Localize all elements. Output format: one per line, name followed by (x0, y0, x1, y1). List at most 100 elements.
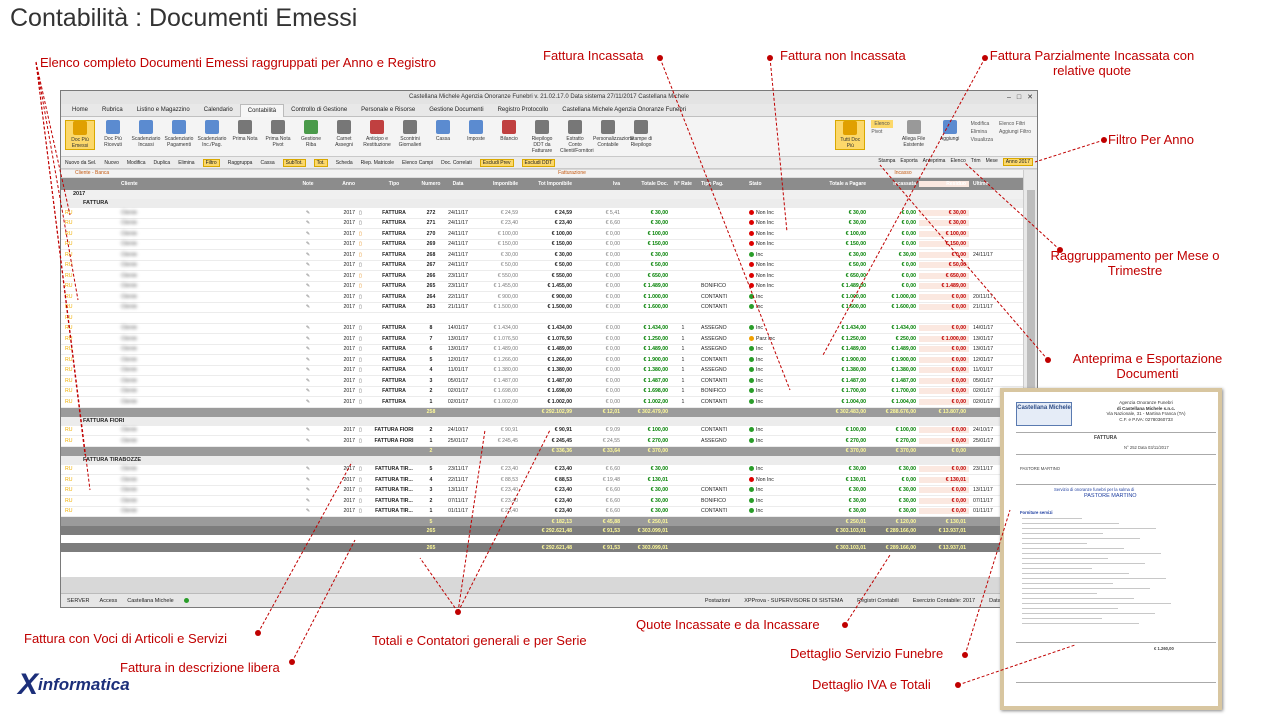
visualizza-file-button[interactable]: Visualizza (971, 136, 993, 144)
menu-item-5[interactable]: Controllo di Gestione (284, 107, 354, 113)
toolbar-right-button-4[interactable]: Trim (971, 158, 981, 166)
column-header-14[interactable]: Incassata (869, 181, 919, 187)
note-icon[interactable]: ✎ (283, 252, 333, 258)
toolbar-right-button-5[interactable]: Mese (986, 158, 998, 166)
ribbon-button-7[interactable]: Gestione Riba (296, 120, 326, 148)
toolbar-button-3[interactable]: Duplica (154, 160, 171, 166)
toolbar-button-9[interactable]: Tot. (313, 158, 328, 167)
note-icon[interactable]: ✎ (283, 346, 333, 352)
note-icon[interactable]: ✎ (283, 466, 333, 472)
toolbar-button-7[interactable]: Cassa (260, 160, 274, 166)
table-row[interactable]: RU Cliente ✎ 2017 ▯ FATTURA 267 24/11/17 € 50,00… (61, 261, 1023, 271)
registro-group-row[interactable]: FATTURA TIRABOZZE (61, 455, 1023, 465)
table-row[interactable]: RU Cliente ✎ 2017 ▯ FATTURA 1 02/01/17 € 1.002,0… (61, 397, 1023, 408)
toolbar-right-button-0[interactable]: Stampa (878, 158, 895, 166)
column-header-8[interactable]: Iva (575, 181, 623, 187)
toolbar-button-4[interactable]: Elimina (178, 160, 194, 166)
ribbon-button-10[interactable]: Scontrini Giornalieri (395, 120, 425, 148)
toolbar-button-12[interactable]: Elenco Campi (402, 160, 433, 166)
ribbon-button-6[interactable]: Prima Nota Pivot (263, 120, 293, 148)
note-icon[interactable]: ✎ (283, 427, 333, 433)
toolbar-button-0[interactable]: Nuovo da Sel. (65, 160, 96, 166)
table-row[interactable]: RU Cliente ✎ 2017 ▯ FATTURA 8 14/01/17 € 1.434,0… (61, 324, 1023, 334)
toolbar-button-15[interactable]: Escludi DDT (521, 158, 556, 167)
elenco-filtri-button[interactable]: Elenco Filtri (999, 120, 1031, 128)
column-header-16[interactable]: Ultimo (969, 181, 1001, 187)
column-header-15[interactable]: Residuo (919, 181, 969, 187)
toolbar-right-button-1[interactable]: Esporta (900, 158, 917, 166)
toolbar-right-button-2[interactable]: Anteprima (923, 158, 946, 166)
table-row[interactable]: RU Cliente ✎ 2017 ▯ FATTURA 7 13/01/17 € 1.076,5… (61, 334, 1023, 345)
ribbon-button-8[interactable]: Carnet Assegni (329, 120, 359, 148)
elenco-view-button[interactable]: Elenco (871, 120, 893, 128)
minimize-icon[interactable]: – (1007, 93, 1011, 102)
ribbon-button-12[interactable]: Imposte (461, 120, 491, 142)
ribbon-button-17[interactable]: Stampe di Riepilogo (626, 120, 656, 148)
table-row[interactable]: RU Cliente ✎ 2017 ▯ FATTURA TIR... 3 13/11/17 € … (61, 486, 1023, 496)
table-row[interactable]: RU Cliente ✎ 2017 ▯ FATTURA FIORI 1 25/01/17 € 2… (61, 436, 1023, 447)
column-header-5[interactable]: Data (443, 181, 473, 187)
menu-item-3[interactable]: Calendario (197, 107, 240, 113)
note-icon[interactable]: ✎ (283, 498, 333, 504)
toolbar-button-13[interactable]: Doc. Correlati (441, 160, 472, 166)
note-icon[interactable]: ✎ (283, 231, 333, 237)
ribbon-button-4[interactable]: Scadenziario Inc./Pag. (197, 120, 227, 148)
column-header-13[interactable]: Totale a Pagare (793, 181, 869, 187)
menu-item-2[interactable]: Listino e Magazzino (130, 107, 197, 113)
year-group-row[interactable]: 2017 (61, 190, 1023, 199)
table-row[interactable]: RU Cliente ✎ 2017 ▯ FATTURA TIR... 2 07/11/17 € … (61, 496, 1023, 507)
maximize-icon[interactable]: □ (1017, 93, 1021, 102)
menu-item-1[interactable]: Rubrica (95, 107, 130, 113)
ribbon-button-1[interactable]: Doc Più Ricevuti (98, 120, 128, 148)
table-row[interactable]: RU Cliente ✎ 2017 ▯ FATTURA 265 23/11/17 € 1.455… (61, 282, 1023, 292)
toolbar-button-11[interactable]: Riep. Matricole (361, 160, 394, 166)
table-row[interactable]: RU Cliente ✎ 2017 ▯ FATTURA 272 24/11/17 € 24,59… (61, 208, 1023, 219)
table-row[interactable]: RU Cliente ✎ 2017 ▯ FATTURA TIR... 1 01/11/17 € … (61, 507, 1023, 517)
note-icon[interactable]: ✎ (283, 378, 333, 384)
toolbar-button-14[interactable]: Escludi Prev (479, 158, 514, 167)
allega-file-button[interactable]: Allega File Esistente (899, 120, 929, 150)
postazioni-label[interactable]: Postazioni (705, 598, 730, 604)
toolbar-button-1[interactable]: Nuovo (104, 160, 118, 166)
modifica-file-button[interactable]: Modifica (971, 120, 993, 128)
note-icon[interactable]: ✎ (283, 357, 333, 363)
note-icon[interactable]: ✎ (283, 336, 333, 342)
registro-group-row[interactable]: FATTURA (61, 199, 1023, 208)
column-header-2[interactable]: Anno (333, 181, 359, 187)
ribbon-button-14[interactable]: Riepilogo DDT da Fatturare (527, 120, 557, 154)
note-icon[interactable]: ✎ (283, 325, 333, 331)
table-row[interactable]: RU Cliente ✎ 2017 ▯ FATTURA 4 11/01/17 € 1.380,0… (61, 366, 1023, 376)
note-icon[interactable]: ✎ (283, 399, 333, 405)
table-row[interactable]: RU Cliente ✎ 2017 ▯ FATTURA 269 24/11/17 € 150,0… (61, 240, 1023, 250)
menu-item-6[interactable]: Personale e Risorse (354, 107, 422, 113)
elimina-file-button[interactable]: Elimina (971, 128, 993, 136)
column-header-7[interactable]: Tot Imponibile (521, 181, 575, 187)
note-icon[interactable]: ✎ (283, 262, 333, 268)
table-row[interactable]: RU Cliente ✎ 2017 ▯ FATTURA TIR... 5 23/11/17 € … (61, 465, 1023, 475)
note-icon[interactable]: ✎ (283, 388, 333, 394)
note-icon[interactable]: ✎ (283, 210, 333, 216)
menu-item-8[interactable]: Registro Protocollo (491, 107, 556, 113)
pivot-view-button[interactable]: Pivot (871, 128, 892, 136)
toolbar-button-6[interactable]: Raggruppa (228, 160, 253, 166)
table-row[interactable]: RU Cliente ✎ 2017 ▯ FATTURA 6 13/01/17 € 1.489,0… (61, 345, 1023, 355)
table-row[interactable]: RU Cliente ✎ 2017 ▯ FATTURA 264 22/11/17 € 900,0… (61, 292, 1023, 303)
column-header-1[interactable]: Note (283, 181, 333, 187)
ribbon-button-5[interactable]: Prima Nota (230, 120, 260, 142)
ribbon-button-16[interactable]: Personalizzazione Contabile (593, 120, 634, 148)
column-header-11[interactable]: Tipo Pag. (695, 181, 743, 187)
ribbon-button-13[interactable]: Bilancio (494, 120, 524, 142)
toolbar-button-5[interactable]: Filtro (202, 158, 220, 167)
menu-item-0[interactable]: Home (65, 107, 95, 113)
note-icon[interactable]: ✎ (283, 508, 333, 514)
column-header-4[interactable]: Numero (419, 181, 443, 187)
registri-label[interactable]: Registri Contabili (857, 598, 899, 604)
note-icon[interactable]: ✎ (283, 487, 333, 493)
note-icon[interactable]: ✎ (283, 438, 333, 444)
toolbar-right-button-6[interactable]: Anno 2017 (1002, 158, 1033, 166)
note-icon[interactable]: ✎ (283, 241, 333, 247)
table-row[interactable]: RU Cliente ✎ 2017 ▯ FATTURA 3 05/01/17 € 1.487,0… (61, 376, 1023, 387)
ribbon-button-2[interactable]: Scadenziario Incassi (131, 120, 161, 148)
tutti-doc-button[interactable]: Tutti Doc Più (835, 120, 866, 150)
close-icon[interactable]: ✕ (1027, 93, 1033, 102)
